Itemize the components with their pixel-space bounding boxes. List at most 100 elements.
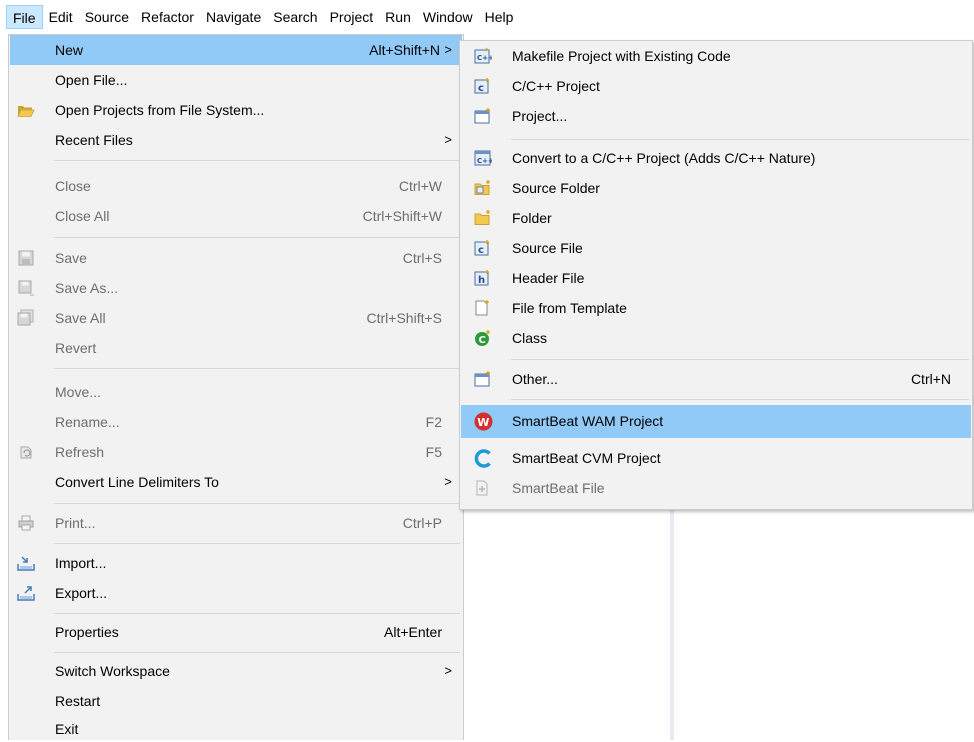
menu-item-class[interactable]: C Class — [461, 323, 971, 353]
project-icon — [474, 107, 492, 125]
menu-item-project[interactable]: Project... — [461, 101, 971, 131]
menu-item-folder[interactable]: Folder — [461, 203, 971, 233]
menubar-edit[interactable]: Edit — [43, 0, 79, 34]
menu-item-label: Exit — [55, 721, 79, 737]
submenu-arrow-icon: > — [444, 132, 452, 147]
svg-text:C++: C++ — [477, 157, 492, 165]
menu-item-new[interactable]: New Alt+Shift+N > — [10, 35, 462, 65]
menu-item-revert[interactable]: Revert — [10, 333, 462, 363]
menu-item-label: Refresh — [55, 444, 105, 460]
submenu-arrow-icon: > — [444, 663, 452, 678]
menu-separator — [54, 368, 460, 369]
menu-item-label: Class — [512, 330, 548, 346]
menu-item-label: Print... — [55, 515, 96, 531]
menu-item-save-all[interactable]: Save All Ctrl+Shift+S — [10, 303, 462, 333]
menu-item-open-projects[interactable]: Open Projects from File System... — [10, 95, 462, 125]
cvm-logo-icon — [474, 449, 492, 468]
menu-item-export[interactable]: Export... — [10, 578, 462, 608]
menu-item-exit[interactable]: Exit — [10, 716, 462, 741]
menu-item-refresh[interactable]: Refresh F5 — [10, 437, 462, 467]
menubar-window[interactable]: Window — [417, 0, 479, 34]
editor-area — [464, 510, 974, 740]
menu-item-label: Save — [55, 250, 87, 266]
save-icon — [17, 249, 35, 267]
menu-item-close-all[interactable]: Close All Ctrl+Shift+W — [10, 201, 462, 231]
menu-item-label: Rename... — [55, 414, 120, 430]
menu-item-source-folder[interactable]: Source Folder — [461, 173, 971, 203]
menu-item-source-file[interactable]: c Source File — [461, 233, 971, 263]
file-template-icon — [474, 299, 492, 317]
menu-item-import[interactable]: Import... — [10, 548, 462, 578]
wam-logo-icon: W — [474, 412, 493, 431]
menu-item-open-file[interactable]: Open File... — [10, 65, 462, 95]
menu-item-properties[interactable]: Properties Alt+Enter — [10, 617, 462, 647]
file-menu: New Alt+Shift+N > Open File... Open Proj… — [8, 34, 464, 740]
shortcut-label: Ctrl+Shift+S — [366, 310, 442, 326]
menu-item-restart[interactable]: Restart — [10, 686, 462, 716]
menu-item-save[interactable]: Save Ctrl+S — [10, 243, 462, 273]
menu-item-makefile-project[interactable]: C++ Makefile Project with Existing Code — [461, 41, 971, 71]
menubar-project[interactable]: Project — [324, 0, 380, 34]
menu-separator — [511, 359, 969, 360]
menubar-refactor[interactable]: Refactor — [135, 0, 200, 34]
menu-separator — [54, 237, 460, 238]
editor-divider[interactable] — [670, 510, 674, 740]
menu-bar: File Edit Source Refactor Navigate Searc… — [0, 0, 974, 34]
menu-item-recent-files[interactable]: Recent Files > — [10, 125, 462, 155]
menu-item-label: Folder — [512, 210, 552, 226]
other-wizard-icon — [474, 370, 492, 388]
menu-item-convert-cpp[interactable]: C++ Convert to a C/C++ Project (Adds C/C… — [461, 143, 971, 173]
shortcut-label: Ctrl+W — [398, 178, 442, 194]
menubar-file[interactable]: File — [6, 5, 43, 29]
svg-text:W: W — [477, 416, 489, 429]
menu-item-label: Properties — [55, 624, 119, 640]
menubar-source[interactable]: Source — [79, 0, 135, 34]
menu-item-label: File from Template — [512, 300, 627, 316]
submenu-arrow-icon: > — [444, 474, 452, 489]
menubar-navigate[interactable]: Navigate — [200, 0, 267, 34]
menu-item-label: Source File — [512, 240, 583, 256]
source-folder-icon — [474, 179, 492, 197]
menu-item-label: Makefile Project with Existing Code — [512, 48, 731, 64]
menu-item-label: Recent Files — [55, 132, 133, 148]
menu-item-smartbeat-wam[interactable]: W SmartBeat WAM Project — [461, 405, 971, 438]
menubar-run[interactable]: Run — [379, 0, 417, 34]
shortcut-label: Alt+Enter — [384, 624, 442, 640]
save-all-icon — [17, 309, 35, 327]
svg-text:C: C — [479, 335, 486, 346]
menu-item-rename[interactable]: Rename... F2 — [10, 407, 462, 437]
cpp-project-icon: c — [474, 77, 492, 95]
refresh-icon — [17, 443, 35, 461]
shortcut-label: Ctrl+Shift+W — [362, 208, 442, 224]
menu-separator — [54, 543, 460, 544]
menu-item-print[interactable]: Print... Ctrl+P — [10, 508, 462, 538]
menu-item-smartbeat-file[interactable]: SmartBeat File — [461, 473, 971, 503]
menu-item-convert-line-delimiters[interactable]: Convert Line Delimiters To > — [10, 467, 462, 497]
shortcut-label: Ctrl+S — [402, 250, 442, 266]
menu-item-label: SmartBeat File — [512, 480, 605, 496]
menu-item-header-file[interactable]: h Header File — [461, 263, 971, 293]
menu-separator — [54, 160, 460, 161]
menu-item-label: Open Projects from File System... — [55, 102, 265, 118]
menu-item-switch-workspace[interactable]: Switch Workspace > — [10, 656, 462, 686]
menu-item-label: New — [55, 42, 84, 58]
menubar-search[interactable]: Search — [267, 0, 323, 34]
source-file-icon: c — [474, 239, 492, 257]
folder-icon — [474, 209, 492, 227]
menu-item-label: C/C++ Project — [512, 78, 600, 94]
menu-item-other[interactable]: Other... Ctrl+N — [461, 364, 971, 394]
menu-item-label: SmartBeat WAM Project — [512, 413, 664, 429]
menu-item-label: Import... — [55, 555, 107, 571]
menu-item-move[interactable]: Move... — [10, 377, 462, 407]
menu-item-smartbeat-cvm[interactable]: SmartBeat CVM Project — [461, 443, 971, 473]
menu-separator — [511, 399, 969, 400]
menubar-help[interactable]: Help — [479, 0, 520, 34]
menu-item-save-as[interactable]: Save As... — [10, 273, 462, 303]
menu-item-label: Other... — [512, 371, 558, 387]
menu-item-label: Close All — [55, 208, 110, 224]
menu-item-cpp-project[interactable]: c C/C++ Project — [461, 71, 971, 101]
save-as-icon — [17, 279, 35, 297]
menu-item-close[interactable]: Close Ctrl+W — [10, 171, 462, 201]
header-file-icon: h — [474, 269, 492, 287]
menu-item-file-from-template[interactable]: File from Template — [461, 293, 971, 323]
